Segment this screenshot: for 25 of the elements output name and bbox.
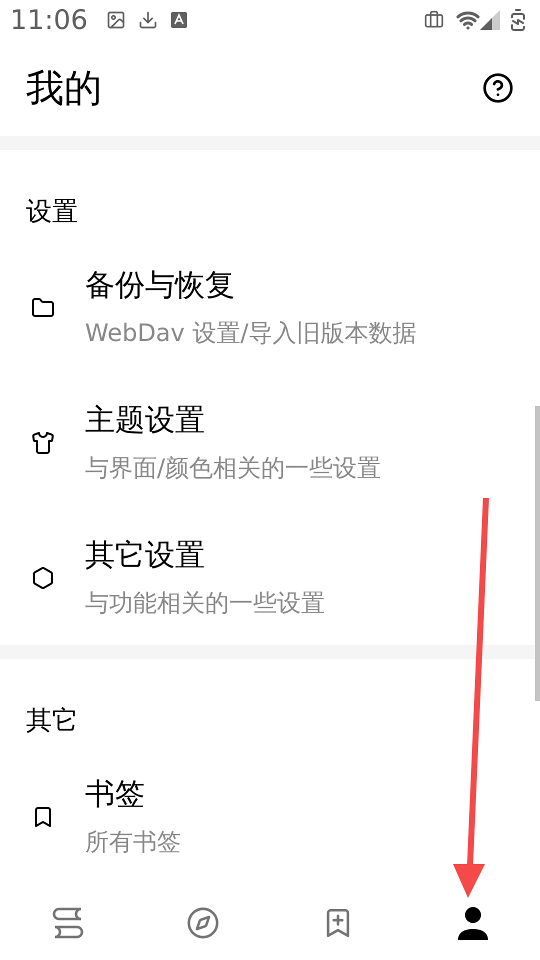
download-icon (138, 10, 158, 30)
settings-item[interactable]: 书签 所有书签 (0, 749, 185, 884)
item-title: 主题设置 (85, 402, 206, 438)
section-title: 其它 (26, 705, 78, 738)
item-subtitle: WebDav 设置/导入旧版本数据 (85, 318, 416, 348)
page-title: 我的 (26, 64, 103, 112)
shirt-icon (30, 430, 54, 454)
item-title: 备份与恢复 (85, 268, 236, 304)
keyboard-icon (170, 11, 188, 29)
item-subtitle: 所有书签 (85, 826, 181, 856)
folder-icon (30, 296, 54, 320)
signal-icon (480, 10, 500, 30)
item-subtitle: 与界面/颜色相关的一些设置 (85, 452, 382, 482)
item-title: 其它设置 (85, 538, 206, 574)
section-title: 设置 (26, 196, 78, 229)
status-time: 11:06 (10, 6, 88, 34)
settings-item[interactable]: 备份与恢复 WebDav 设置/导入旧版本数据 (0, 240, 420, 375)
item-title: 书签 (85, 776, 146, 812)
settings-item[interactable]: 其它设置 与功能相关的一些设置 (0, 510, 329, 645)
help-icon[interactable] (482, 72, 514, 104)
image-icon (106, 10, 126, 30)
item-subtitle: 与功能相关的一些设置 (85, 588, 325, 618)
hexagon-icon (30, 566, 54, 590)
settings-item[interactable]: 主题设置 与界面/颜色相关的一些设置 (0, 375, 386, 510)
briefcase-icon (424, 10, 444, 30)
